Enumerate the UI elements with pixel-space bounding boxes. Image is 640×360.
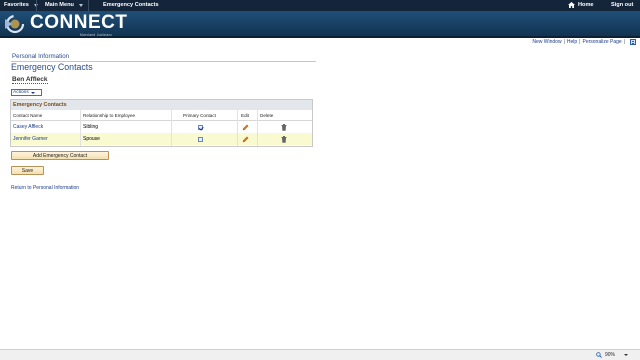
favorites-menu[interactable]: Favorites (4, 2, 38, 8)
magnifier-icon (596, 352, 602, 358)
actions-label: Actions (13, 90, 29, 95)
relationship-value: Spouse (83, 136, 100, 142)
relationship-value: Sibling (83, 124, 99, 130)
col-relationship: Relationship to Employee (83, 112, 136, 118)
table-row: Jennifer Garner Spouse (11, 133, 312, 145)
connect-banner: CONNECT Maryland Judiciary (0, 11, 640, 37)
pencil-icon[interactable] (242, 136, 249, 143)
trash-icon[interactable] (281, 135, 287, 143)
grid-header-row: Contact Name Relationship to Employee Pr… (11, 110, 312, 121)
sign-out-link[interactable]: Sign out (611, 2, 633, 8)
return-to-personal-information-link[interactable]: Return to Personal Information (11, 185, 79, 191)
contact-name-link[interactable]: Jennifer Garner (13, 133, 48, 145)
home-link[interactable]: Home (568, 2, 594, 8)
page-options-icon[interactable] (630, 39, 636, 45)
home-icon (568, 2, 575, 8)
table-row: Casey Affleck Sibling (11, 121, 312, 133)
chevron-down-icon (30, 91, 35, 94)
home-label: Home (578, 2, 594, 8)
breadcrumb-current: Emergency Contacts (103, 2, 159, 8)
utility-links: New Window | Help | Personalize Page | (532, 39, 636, 45)
chevron-down-icon[interactable] (624, 354, 628, 356)
contact-name-link[interactable]: Casey Affleck (13, 121, 43, 133)
breadcrumb-current-label: Emergency Contacts (103, 2, 159, 8)
personalize-page-link[interactable]: Personalize Page (582, 39, 621, 45)
emergency-contacts-grid: Emergency Contacts Contact Name Relation… (10, 99, 313, 147)
connect-logo-text: CONNECT (30, 12, 128, 33)
main-menu-label: Main Menu (45, 2, 74, 8)
column-divider (257, 110, 258, 146)
save-button[interactable]: Save (11, 166, 44, 175)
grid-title: Emergency Contacts (11, 100, 312, 110)
section-title: Personal Information (12, 53, 70, 60)
primary-contact-checkbox[interactable] (198, 136, 203, 142)
column-divider (80, 110, 81, 146)
pencil-icon[interactable] (242, 124, 249, 131)
browser-status-bar: 90% (0, 349, 640, 360)
column-divider (171, 110, 172, 146)
link-separator: | (563, 39, 565, 45)
trash-icon[interactable] (281, 123, 287, 131)
add-emergency-contact-button[interactable]: Add Emergency Contact (11, 151, 109, 160)
banner-divider (0, 36, 640, 38)
primary-contact-checkbox[interactable] (198, 124, 203, 130)
link-separator: | (623, 39, 625, 45)
nav-separator (36, 0, 37, 11)
zoom-control[interactable]: 90% (596, 352, 628, 358)
col-edit: Edit (241, 112, 249, 118)
link-separator: | (579, 39, 581, 45)
col-delete: Delete (260, 112, 274, 118)
new-window-link[interactable]: New Window (532, 39, 561, 45)
zoom-level: 90% (604, 352, 615, 358)
main-menu[interactable]: Main Menu (45, 2, 83, 8)
top-nav-bar: Favorites Main Menu Emergency Contacts H… (0, 0, 640, 11)
col-primary-contact: Primary Contact (183, 112, 216, 118)
chevron-down-icon (78, 3, 83, 7)
col-contact-name: Contact Name (13, 112, 43, 118)
favorites-label: Favorites (4, 2, 29, 8)
sign-out-label: Sign out (611, 2, 634, 8)
connect-logo-icon (5, 14, 25, 34)
help-link[interactable]: Help (567, 39, 577, 45)
actions-dropdown[interactable]: Actions (11, 89, 42, 96)
page-title: Emergency Contacts (11, 62, 93, 72)
nav-separator (88, 0, 89, 11)
employee-name: Ben Affleck (12, 76, 48, 84)
column-divider (237, 110, 238, 146)
